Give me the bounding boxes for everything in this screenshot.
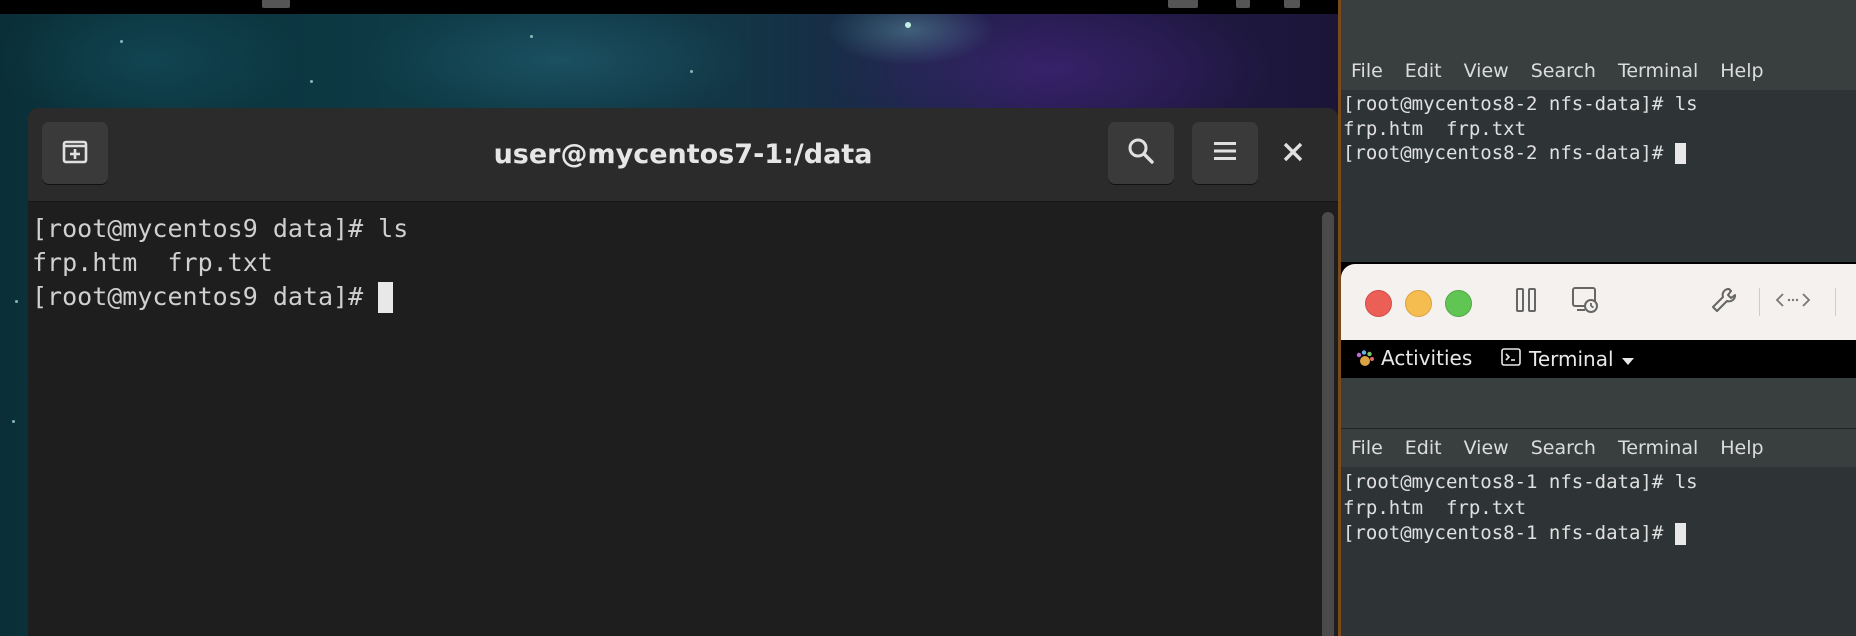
- code-arrows-icon: [1775, 290, 1811, 314]
- terminal-window-mycentos8-1[interactable]: File Edit View Search Terminal Help [roo…: [1341, 378, 1856, 636]
- terminal-line: [root@mycentos9 data]#: [32, 282, 379, 311]
- search-icon: [1126, 136, 1156, 170]
- wrench-icon: [1709, 285, 1739, 319]
- pause-icon: [1514, 286, 1538, 318]
- main-terminal-window[interactable]: user@mycentos7-1:/data [root@mycentos9 d…: [28, 108, 1338, 636]
- terminal-line: [root@mycentos8-1 nfs-data]# ls: [1343, 471, 1698, 493]
- menu-terminal[interactable]: Terminal: [1607, 437, 1709, 459]
- background-star: [310, 80, 313, 83]
- terminal-output[interactable]: [root@mycentos8-2 nfs-data]# ls frp.htm f…: [1343, 92, 1698, 166]
- terminal-titlebar[interactable]: [1341, 378, 1856, 429]
- terminal-prompt-line: [root@mycentos8-2 nfs-data]#: [1343, 141, 1698, 166]
- hamburger-menu-icon: [1212, 139, 1238, 167]
- background-star: [690, 70, 693, 73]
- terminal-line: [root@mycentos9 data]# ls: [32, 214, 409, 243]
- minimize-light[interactable]: [1405, 290, 1432, 317]
- menu-file[interactable]: File: [1341, 60, 1394, 82]
- menu-search[interactable]: Search: [1520, 437, 1607, 459]
- vm-window-toolbar: [1341, 264, 1856, 340]
- activities-button[interactable]: Activities: [1381, 346, 1472, 370]
- search-button[interactable]: [1108, 122, 1174, 184]
- snapshot-button[interactable]: [1567, 284, 1603, 320]
- top-bar-fragment: [1236, 0, 1250, 8]
- menu-terminal[interactable]: Terminal: [1607, 60, 1709, 82]
- text-cursor: [1674, 143, 1686, 164]
- terminal-titlebar[interactable]: [1341, 0, 1856, 53]
- app-menu-label: Terminal: [1529, 347, 1614, 371]
- menu-edit[interactable]: Edit: [1394, 437, 1453, 459]
- menu-help[interactable]: Help: [1709, 60, 1774, 82]
- toolbar-separator: [1835, 288, 1836, 316]
- code-view-button[interactable]: [1773, 284, 1813, 320]
- background-star: [15, 300, 18, 303]
- close-button[interactable]: [1273, 134, 1313, 174]
- close-icon: [1282, 141, 1304, 167]
- terminal-menubar: File Edit View Search Terminal Help: [1341, 52, 1856, 90]
- menu-help[interactable]: Help: [1709, 437, 1774, 459]
- terminal-line: [root@mycentos8-2 nfs-data]#: [1343, 142, 1675, 164]
- gnome-top-bar: Activities Terminal: [1341, 340, 1856, 378]
- terminal-output[interactable]: [root@mycentos9 data]# ls frp.htm frp.txt…: [28, 202, 1318, 636]
- menu-view[interactable]: View: [1453, 437, 1520, 459]
- new-tab-button[interactable]: [42, 122, 108, 184]
- terminal-line: [root@mycentos8-2 nfs-data]# ls: [1343, 93, 1698, 115]
- top-bar-fragment: [262, 0, 290, 8]
- terminal-line: frp.htm frp.txt: [1343, 117, 1527, 140]
- pause-button[interactable]: [1511, 284, 1541, 320]
- gnome-foot-icon: [1355, 349, 1375, 374]
- terminal-prompt-line: [root@mycentos9 data]#: [32, 280, 1318, 314]
- zoom-light[interactable]: [1445, 290, 1472, 317]
- terminal-header-bar[interactable]: user@mycentos7-1:/data: [28, 108, 1338, 202]
- top-bar-fragment: [1284, 0, 1300, 8]
- menu-edit[interactable]: Edit: [1394, 60, 1453, 82]
- menu-button[interactable]: [1192, 122, 1258, 184]
- terminal-line: frp.htm frp.txt: [32, 248, 273, 277]
- background-star: [12, 420, 15, 423]
- terminal-line: [root@mycentos8-1 nfs-data]#: [1343, 522, 1675, 544]
- background-star: [530, 35, 533, 38]
- text-cursor: [378, 282, 394, 313]
- new-tab-icon: [59, 135, 91, 171]
- menu-file[interactable]: File: [1341, 437, 1394, 459]
- scrollbar-thumb[interactable]: [1322, 212, 1334, 636]
- top-bar-fragment: [1168, 0, 1198, 8]
- terminal-scrollbar[interactable]: [1318, 202, 1338, 636]
- close-light[interactable]: [1365, 290, 1392, 317]
- menu-view[interactable]: View: [1453, 60, 1520, 82]
- snapshot-icon: [1569, 284, 1601, 320]
- app-menu-terminal[interactable]: Terminal: [1501, 340, 1634, 378]
- toolbar-separator: [1759, 288, 1760, 316]
- terminal-app-icon: [1501, 347, 1521, 371]
- background-star: [905, 22, 911, 28]
- settings-button[interactable]: [1707, 284, 1741, 320]
- terminal-line: frp.htm frp.txt: [1343, 496, 1527, 519]
- chevron-down-icon: [1621, 347, 1634, 371]
- top-bar: [0, 0, 1338, 14]
- text-cursor: [1674, 523, 1686, 545]
- terminal-menubar: File Edit View Search Terminal Help: [1341, 429, 1856, 467]
- terminal-window-mycentos8-2[interactable]: File Edit View Search Terminal Help [roo…: [1341, 0, 1856, 262]
- terminal-output[interactable]: [root@mycentos8-1 nfs-data]# ls frp.htm f…: [1343, 470, 1698, 547]
- menu-search[interactable]: Search: [1520, 60, 1607, 82]
- terminal-prompt-line: [root@mycentos8-1 nfs-data]#: [1343, 521, 1698, 547]
- background-star: [120, 40, 123, 43]
